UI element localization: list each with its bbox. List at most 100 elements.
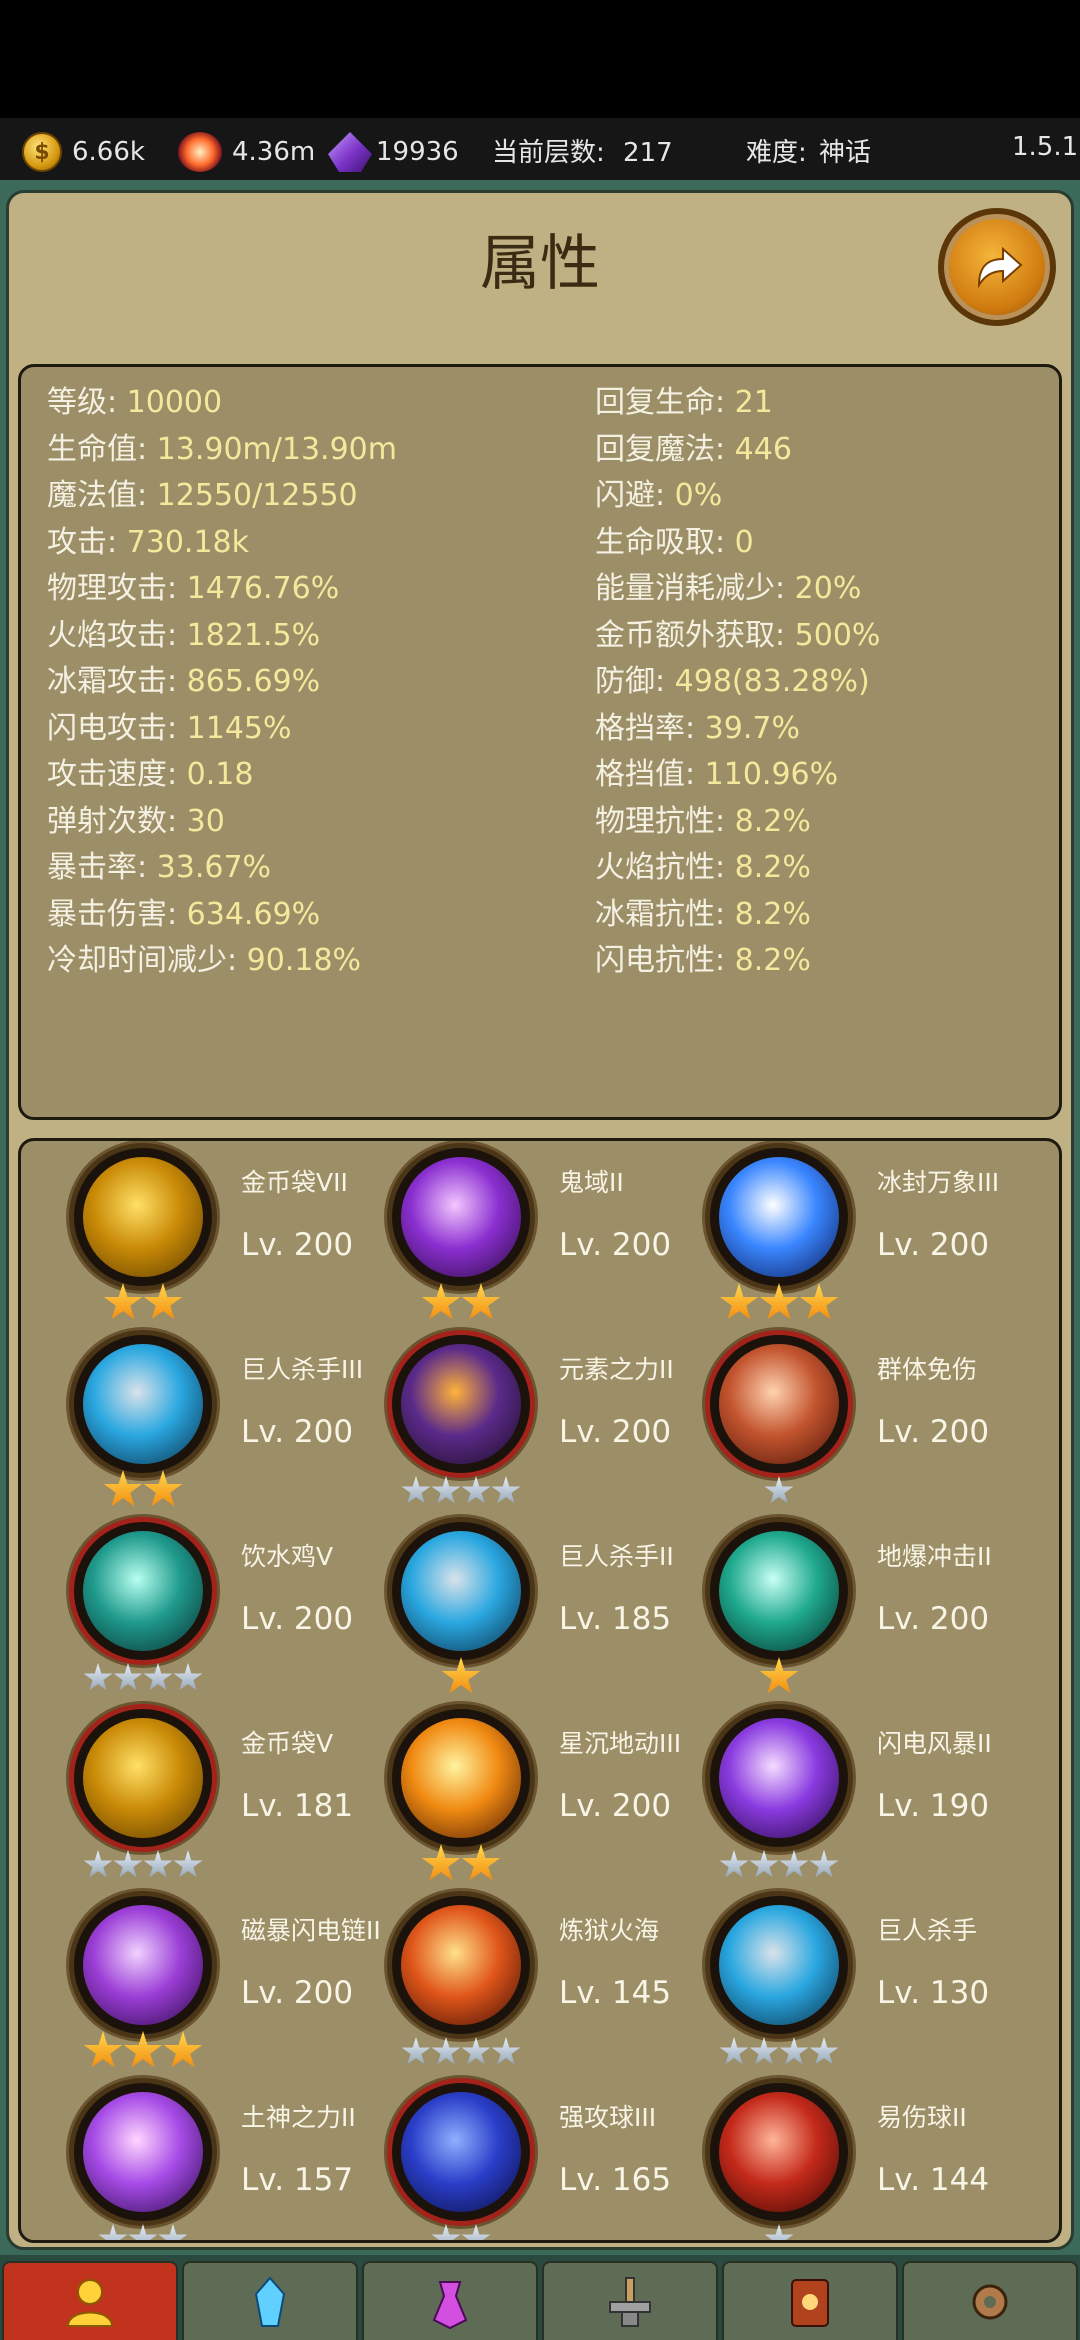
gold-counter: $ 6.66k [22,132,145,172]
water-slash-icon [83,1531,203,1651]
skill-name: 群体免伤 [877,1355,978,1384]
silver-star-icon [749,2037,779,2065]
nav-tab-crystal[interactable] [182,2261,358,2340]
skill-slot[interactable]: 巨人杀手III Lv. 200 [39,1330,369,1517]
stat-label: 火焰抗性: [595,850,735,885]
stat-row: 物理攻击: 1476.76% [47,563,339,607]
skill-stars [695,2218,863,2240]
gold-star-icon [103,1470,143,1507]
stat-row: 闪电攻击: 1145% [47,703,292,747]
stat-value: 21 [734,385,773,420]
silver-star-icon [158,2224,188,2240]
skill-icon-frame [387,1517,535,1665]
skill-slot[interactable]: 强攻球III Lv. 165 [357,2078,687,2240]
stat-value: 90.18% [246,943,362,978]
nav-tab-spellbook[interactable] [722,2261,898,2340]
soul-counter: 4.36m [178,132,315,172]
bottom-nav [0,2255,1080,2340]
skill-level: Lv. 145 [559,1975,672,2011]
skill-slot[interactable]: 巨人杀手 Lv. 130 [675,1891,1005,2078]
gold-star-icon [421,1844,461,1881]
stone-fist-icon [83,1344,203,1464]
shield-icon [719,1344,839,1464]
stat-value: 0 [734,524,754,560]
skill-slot[interactable]: 金币袋VII Lv. 200 [39,1143,369,1330]
back-button[interactable] [938,208,1056,326]
skill-slot[interactable]: 饮水鸡V Lv. 200 [39,1517,369,1704]
stat-row: 冰霜抗性: 8.2% [595,889,811,933]
stat-row: 金币额外获取: 500% [595,610,880,654]
skill-stars [377,2031,545,2067]
skill-name: 地爆冲击II [877,1542,992,1571]
stat-label: 生命值: [47,431,157,467]
silver-star-icon [491,2037,521,2065]
skill-name: 易伤球II [877,2103,967,2132]
stat-value: 634.69% [186,896,321,932]
skill-slot[interactable]: 地爆冲击II Lv. 200 [675,1517,1005,1704]
skill-stars [377,1844,545,1884]
skill-level: Lv. 200 [559,1227,672,1263]
stat-row: 攻击速度: 0.18 [47,749,253,793]
skill-slot[interactable]: 巨人杀手II Lv. 185 [357,1517,687,1704]
nav-tab-gear[interactable] [902,2261,1078,2340]
hero-icon [66,2278,114,2327]
silver-star-icon [173,1850,203,1878]
skill-slot[interactable]: 磁暴闪电链II Lv. 200 [39,1891,381,2078]
silver-star-icon [83,1850,113,1878]
stat-value: 33.67% [156,850,272,885]
skill-stars [695,2031,863,2067]
skill-slot[interactable]: 土神之力II Lv. 157 [39,2078,369,2240]
silver-star-icon [764,2224,794,2240]
coin-bag-icon [83,1157,203,1277]
skill-stars [59,2218,227,2240]
skill-stars [695,1470,863,1506]
silver-star-icon [764,1476,794,1504]
silver-star-icon [83,1663,113,1691]
silver-star-icon [98,2224,128,2240]
stat-value: 39.7% [704,710,800,746]
skill-icon-frame [705,1143,853,1291]
skill-level: Lv. 200 [559,1414,672,1450]
stat-value: 8.2% [734,896,811,932]
silver-star-icon [809,1850,839,1878]
nav-tab-hero[interactable] [2,2261,178,2340]
stat-row: 生命值: 13.90m/13.90m [47,424,397,468]
skill-icon-frame [387,1330,535,1478]
stat-row: 防御: 498(83.28%) [595,656,870,700]
stat-row: 暴击率: 33.67% [47,842,271,886]
stat-value: 110.96% [704,757,839,792]
stat-label: 闪电攻击: [47,710,187,746]
skill-stars [377,1657,545,1697]
skill-level: Lv. 200 [241,1975,354,2011]
skill-stars [59,1470,227,1510]
skill-name: 闪电风暴II [877,1729,992,1758]
spellbook-icon [791,2278,829,2327]
skill-slot[interactable]: 鬼域II Lv. 200 [357,1143,687,1330]
skill-level: Lv. 200 [559,1788,672,1824]
nav-tab-potion[interactable] [362,2261,538,2340]
silver-star-icon [401,1476,431,1504]
nav-tab-anvil[interactable] [542,2261,718,2340]
floor-label: 当前层数: [492,138,605,168]
skill-name: 巨人杀手 [877,1916,978,1945]
skill-slot[interactable]: 金币袋V Lv. 181 [39,1704,369,1891]
skill-slot[interactable]: 元素之力II Lv. 200 [357,1330,687,1517]
skill-slot[interactable]: 闪电风暴II Lv. 190 [675,1704,1005,1891]
stat-label: 能量消耗减少: [595,571,795,606]
skill-level: Lv. 185 [559,1601,672,1637]
skill-name: 金币袋VII [241,1168,348,1197]
stat-label: 物理抗性: [595,803,735,839]
gold-star-icon [461,1283,501,1320]
skill-icon-frame [705,1330,853,1478]
ice-crystal-icon [719,1157,839,1277]
skill-slot[interactable]: 群体免伤 Lv. 200 [675,1330,1005,1517]
skill-slot[interactable]: 易伤球II Lv. 144 [675,2078,1005,2240]
silver-star-icon [143,1663,173,1691]
skill-level: Lv. 181 [241,1788,354,1824]
stat-row: 冷却时间减少: 90.18% [47,935,361,979]
skill-slot[interactable]: 炼狱火海 Lv. 145 [357,1891,687,2078]
skill-slot[interactable]: 星沉地动III Lv. 200 [357,1704,687,1891]
stat-value: 0% [674,478,723,513]
skill-slot[interactable]: 冰封万象III Lv. 200 [675,1143,1005,1330]
skill-name: 冰封万象III [877,1168,1000,1197]
